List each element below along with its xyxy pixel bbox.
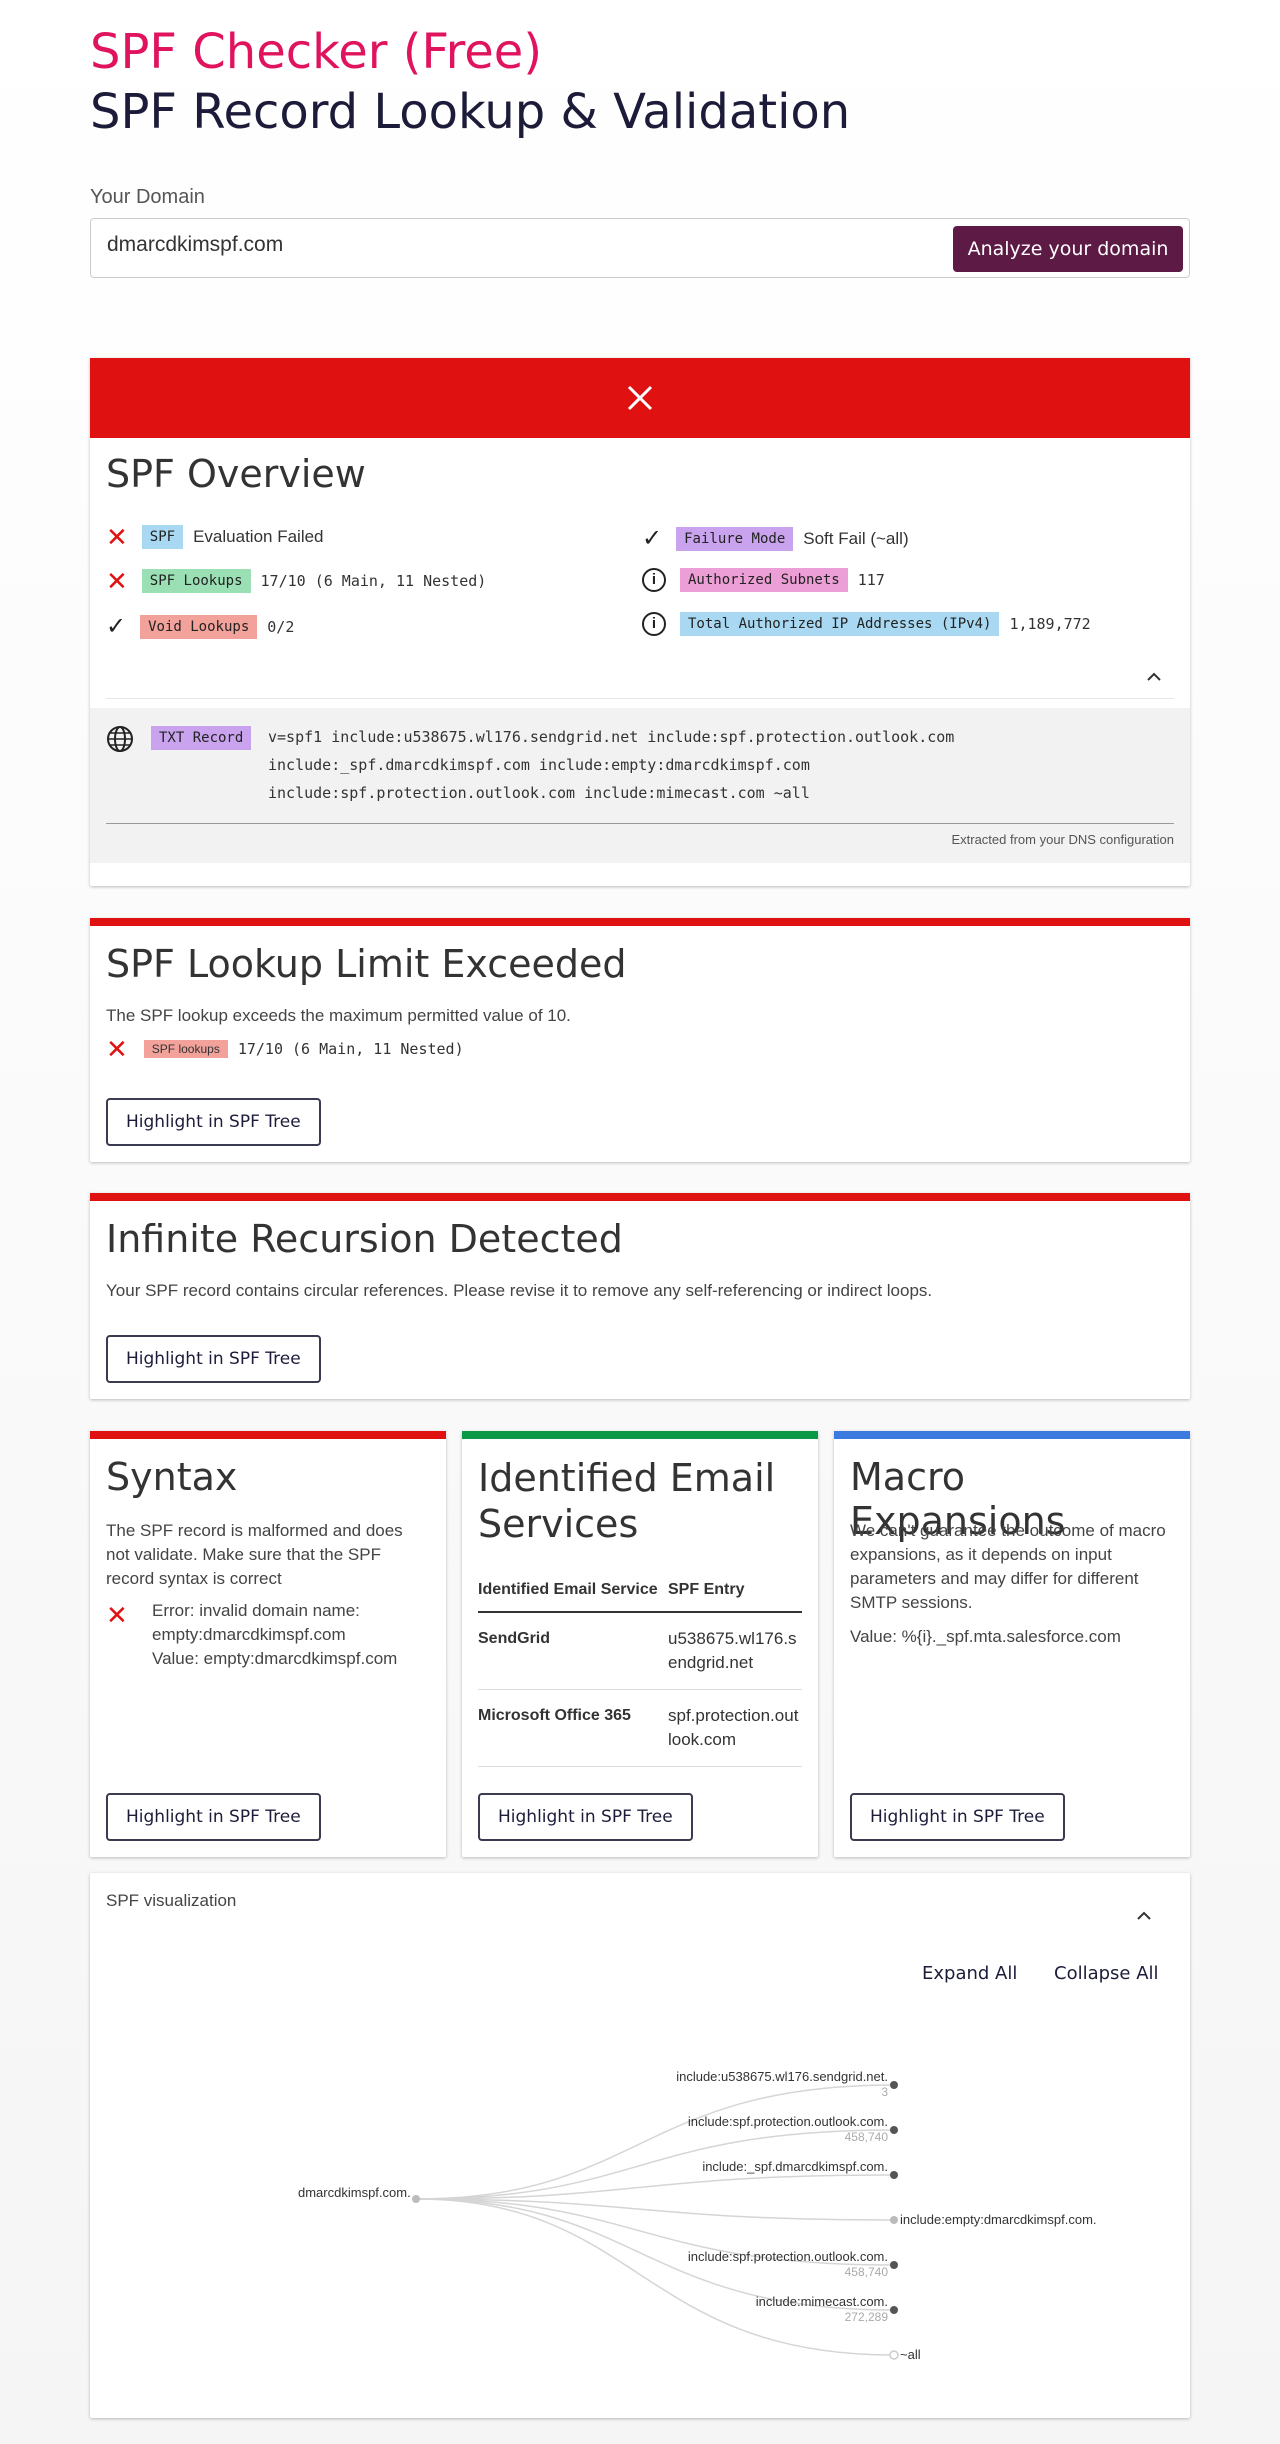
syntax-error: Error: invalid domain name: empty:dmarcd… [152,1599,397,1671]
status-banner [90,358,1190,438]
value: 0/2 [267,617,295,636]
col-header: SPF Entry [668,1569,802,1613]
spf-overview-card: SPF Overview ✕ SPF Evaluation Failed ✕ S… [90,358,1190,886]
globe-icon [107,726,133,752]
tree-root[interactable]: dmarcdkimspf.com. [298,2185,411,2200]
tree-node[interactable]: include:spf.protection.outlook.com. [688,2249,888,2264]
txt-record-note: Extracted from your DNS configuration [951,832,1174,847]
highlight-tree-button[interactable]: Highlight in SPF Tree [106,1793,321,1841]
value: Soft Fail (~all) [803,528,909,548]
x-icon: ✕ [106,566,128,596]
macro-value: Value: %{i}._spf.mta.salesforce.com [850,1627,1121,1646]
chevron-up-icon[interactable] [1146,672,1162,682]
service-entry: spf.protection.outlook.com [668,1689,802,1767]
highlight-tree-button[interactable]: Highlight in SPF Tree [478,1793,693,1841]
tree-node[interactable]: ~all [900,2347,921,2362]
tag: Void Lookups [140,614,258,639]
syntax-card: Syntax The SPF record is malformed and d… [90,1431,446,1857]
x-icon: ✕ [106,1600,128,1630]
recursion-title: Infinite Recursion Detected [106,1217,623,1261]
lookup-limit-card: SPF Lookup Limit Exceeded The SPF lookup… [90,918,1190,1162]
info-icon: i [642,568,666,592]
services-title: Identified Email Services [478,1456,776,1546]
domain-form: Analyze your domain [90,218,1190,278]
lookup-limit-title: SPF Lookup Limit Exceeded [106,942,627,986]
error-line: empty:dmarcdkimspf.com [152,1625,346,1644]
check-icon: ✓ [106,613,127,640]
macro-desc: We can't guarantee the outcome of macro … [850,1521,1166,1612]
table-row: SendGrid u538675.wl176.sendgrid.net [478,1612,802,1690]
x-icon: ✕ [106,1034,128,1064]
tree-node-count: 3 [881,2085,888,2099]
page-title: SPF Record Lookup & Validation [90,84,851,140]
tag: Total Authorized IP Addresses (IPv4) [680,612,1000,636]
value: 117 [857,571,885,589]
domain-input[interactable] [107,233,907,257]
tag: Failure Mode [676,526,794,551]
highlight-tree-button[interactable]: Highlight in SPF Tree [106,1098,321,1146]
value: 1,189,772 [1009,615,1091,633]
services-card: Identified Email Services Identified Ema… [462,1431,818,1857]
txt-record-line: include:_spf.dmarcdkimspf.com include:em… [268,756,810,774]
recursion-desc: Your SPF record contains circular refere… [106,1281,933,1300]
highlight-tree-button[interactable]: Highlight in SPF Tree [106,1335,321,1383]
error-line: Value: empty:dmarcdkimspf.com [152,1649,398,1668]
macro-card: Macro Expansions We can't guarantee the … [834,1431,1190,1857]
tree-node[interactable]: include:mimecast.com. [756,2294,888,2309]
txt-record-line: include:spf.protection.outlook.com inclu… [268,784,810,802]
check-icon: ✓ [642,525,663,552]
value: 17/10 (6 Main, 11 Nested) [260,572,487,590]
overview-title: SPF Overview [106,452,366,496]
x-icon: ✕ [106,522,128,552]
app-brand: SPF Checker (Free) [90,24,543,80]
services-table: Identified Email Service SPF Entry SendG… [478,1569,802,1767]
tree-node[interactable]: include:empty:dmarcdkimspf.com. [900,2212,1097,2227]
tree-node[interactable]: include:u538675.wl176.sendgrid.net. [676,2069,888,2084]
highlight-tree-button[interactable]: Highlight in SPF Tree [850,1793,1065,1841]
overview-row-ip: i Total Authorized IP Addresses (IPv4) 1… [642,612,1091,636]
tree-node-count: 458,740 [844,2265,888,2279]
info-icon: i [642,612,666,636]
lookups-value: 17/10 (6 Main, 11 Nested) [237,1040,464,1058]
syntax-title: Syntax [106,1455,238,1499]
overview-row-failure: ✓ Failure Mode Soft Fail (~all) [642,524,909,553]
domain-label: Your Domain [90,186,205,208]
tree-node[interactable]: include:_spf.dmarcdkimspf.com. [702,2159,888,2174]
service-entry: u538675.wl176.sendgrid.net [668,1612,802,1690]
tag: Authorized Subnets [680,568,848,592]
service-name: Microsoft Office 365 [478,1689,668,1767]
error-line: Error: invalid domain name: [152,1601,360,1620]
txt-record-panel: TXT Record v=spf1 include:u538675.wl176.… [90,708,1190,863]
tree-node[interactable]: include:spf.protection.outlook.com. [688,2114,888,2129]
txt-record-line: v=spf1 include:u538675.wl176.sendgrid.ne… [268,728,955,746]
txt-record-tag: TXT Record [151,726,252,750]
lookup-limit-desc: The SPF lookup exceeds the maximum permi… [106,1006,571,1025]
tree-node-count: 272,289 [844,2310,888,2324]
value: Evaluation Failed [193,527,324,546]
lookups-tag: SPF lookups [143,1040,228,1058]
table-row: Microsoft Office 365 spf.protection.outl… [478,1689,802,1767]
overview-row-void: ✓ Void Lookups 0/2 [106,612,294,641]
analyze-button[interactable]: Analyze your domain [953,226,1183,272]
service-name: SendGrid [478,1612,668,1690]
spf-tree [412,2081,899,2360]
syntax-desc: The SPF record is malformed and does not… [106,1521,403,1588]
close-icon [627,385,653,411]
tree-node-count: 458,740 [844,2130,888,2144]
overview-row-subnets: i Authorized Subnets 117 [642,568,885,592]
recursion-card: Infinite Recursion Detected Your SPF rec… [90,1193,1190,1399]
spf-visualization-card: SPF visualization Expand All Collapse Al… [90,1873,1190,2418]
tag: SPF [141,525,184,549]
overview-row-spf: ✕ SPF Evaluation Failed [106,524,324,550]
overview-row-lookups: ✕ SPF Lookups 17/10 (6 Main, 11 Nested) [106,568,486,594]
lookup-limit-row: ✕ SPF lookups 17/10 (6 Main, 11 Nested) [106,1036,464,1062]
tag: SPF Lookups [141,569,251,593]
col-header: Identified Email Service [478,1569,668,1613]
